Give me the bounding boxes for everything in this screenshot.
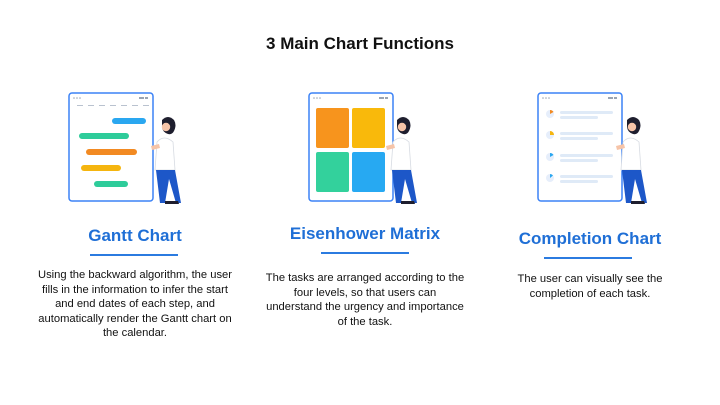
matrix-tablet-illustration <box>308 92 417 204</box>
feature-heading: Eisenhower Matrix <box>289 224 441 243</box>
feature-heading: Gantt Chart <box>88 226 182 245</box>
heading-underline <box>90 254 178 256</box>
gantt-tablet-illustration <box>68 92 181 204</box>
feature-heading: Completion Chart <box>518 229 662 248</box>
feature-description: The user can visually see the completion… <box>517 273 663 300</box>
heading-underline <box>544 257 632 259</box>
page-title: 3 Main Chart Functions <box>266 34 454 53</box>
feature-description: The tasks are arranged according to the … <box>265 272 465 328</box>
feature-description: Using the backward algorithm, the user f… <box>37 269 232 339</box>
heading-underline <box>321 252 409 254</box>
completion-tablet-illustration <box>537 92 647 204</box>
